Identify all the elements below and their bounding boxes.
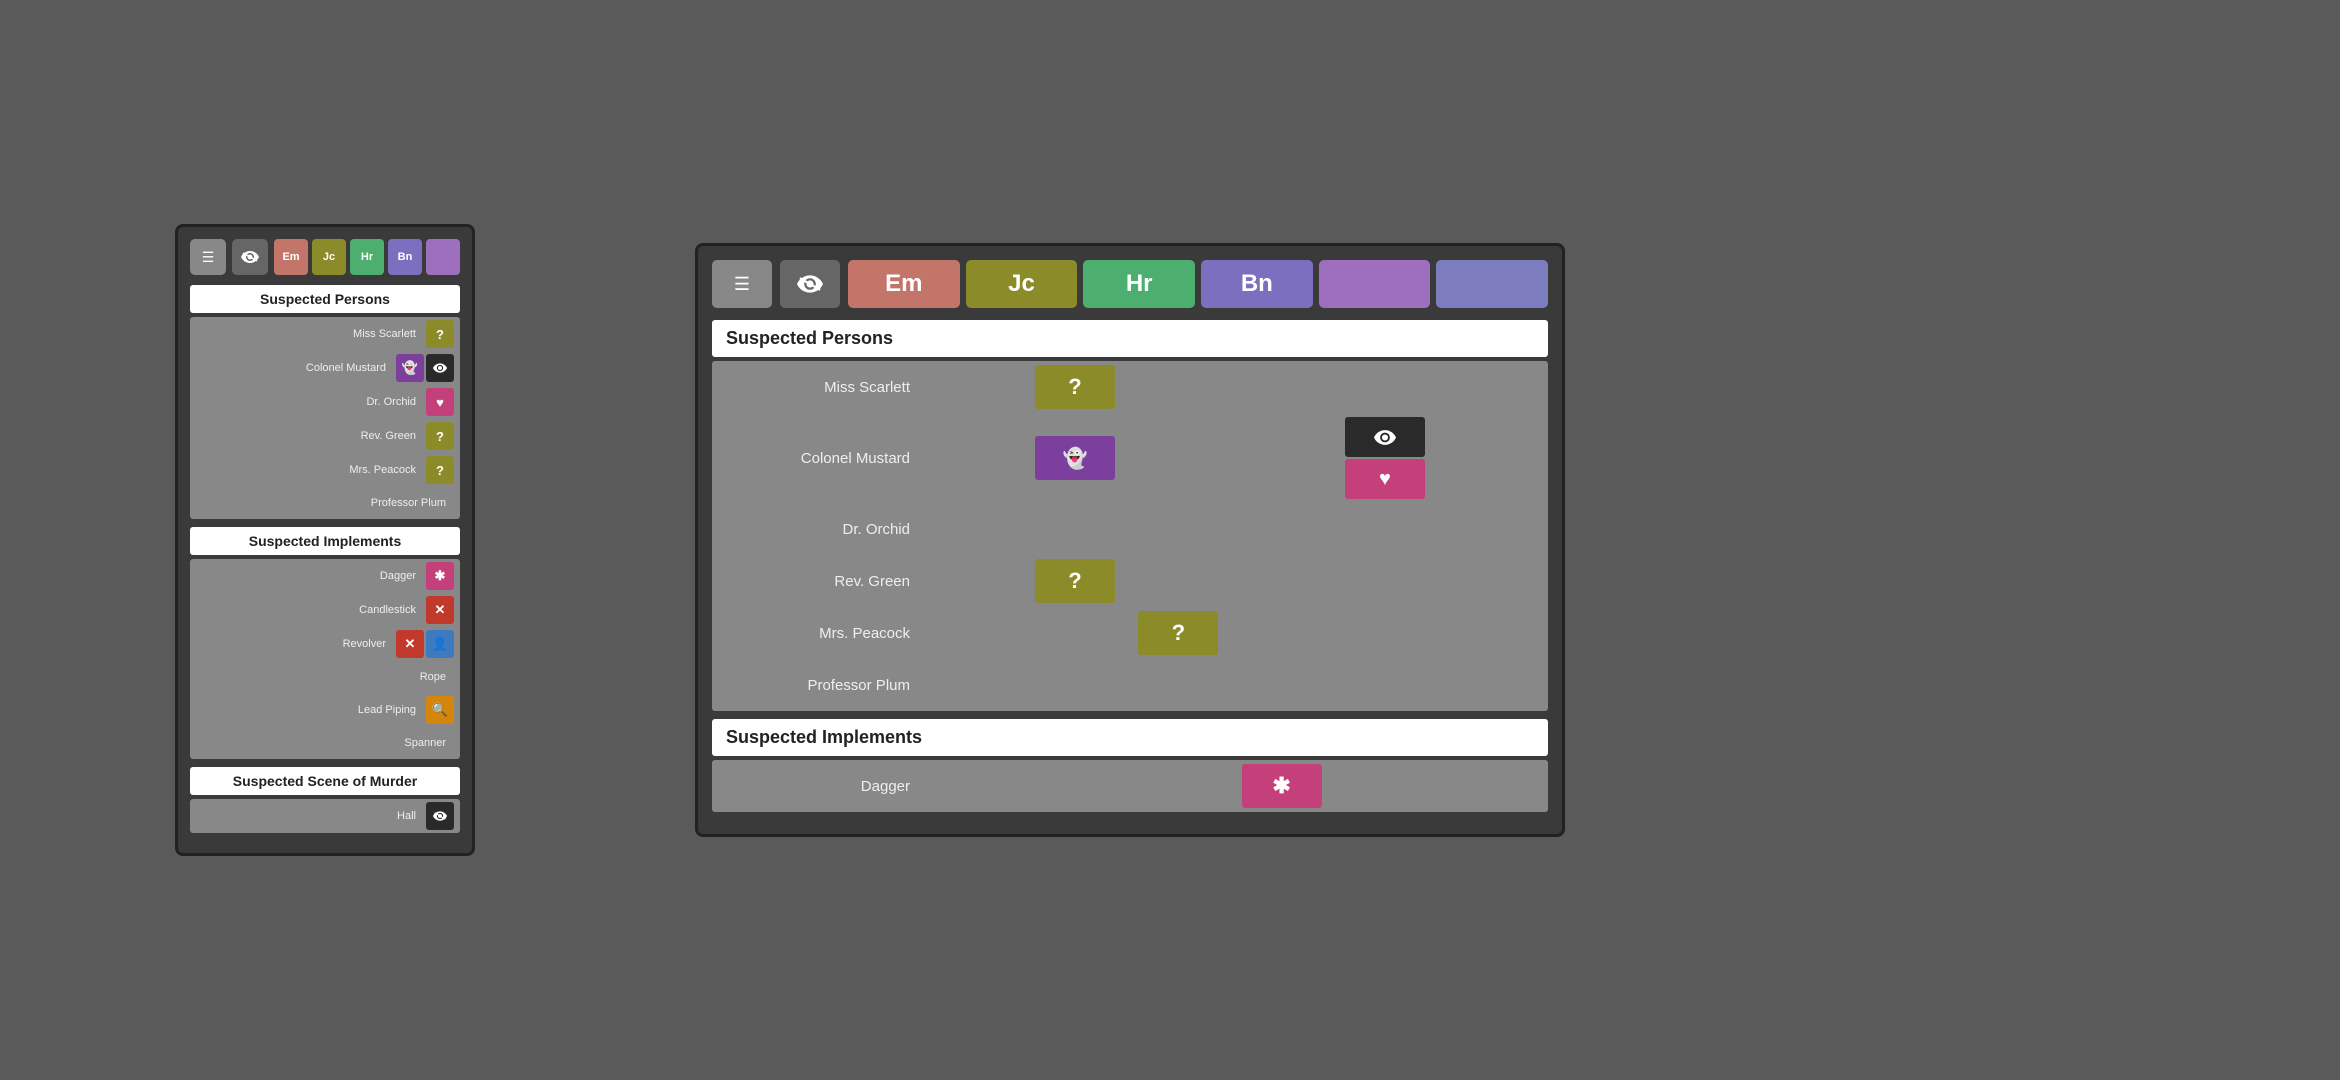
menu-button[interactable]: ☰ — [190, 239, 226, 275]
player-chips-lg: Em Jc Hr Bn — [848, 260, 1548, 308]
chip-em-lg[interactable]: Em — [848, 260, 960, 308]
cell-sm-eye2[interactable] — [426, 802, 454, 830]
chip-hr-lg[interactable]: Hr — [1083, 260, 1195, 308]
cell-sm-x[interactable]: ✕ — [426, 596, 454, 624]
row-miss-scarlett-lg: Miss Scarlett ? — [712, 361, 1548, 413]
large-toolbar: ☰ Em Jc Hr Bn — [712, 260, 1548, 308]
row-dagger-lg: Dagger ✱ — [712, 760, 1548, 812]
row-dagger-small: Dagger ✱ — [190, 559, 460, 593]
cell-sm-x2[interactable]: ✕ — [396, 630, 424, 658]
scene-header-small: Suspected Scene of Murder — [190, 767, 460, 795]
cell-green-jc[interactable]: ? — [1035, 559, 1115, 603]
small-toolbar: ☰ Em Jc Hr Bn — [190, 239, 460, 275]
row-dr-orchid-small: Dr. Orchid ♥ — [190, 385, 460, 419]
chip-jc-small[interactable]: Jc — [312, 239, 346, 275]
row-lead-piping-small: Lead Piping 🔍 — [190, 693, 460, 727]
menu-button-lg[interactable]: ☰ — [712, 260, 772, 308]
row-dr-orchid-lg: Dr. Orchid — [712, 503, 1548, 555]
scene-rows-small: Hall — [190, 799, 460, 833]
small-panel: ☰ Em Jc Hr Bn Suspected Persons Miss Sca… — [175, 224, 475, 856]
chip-6-lg[interactable] — [1436, 260, 1548, 308]
row-miss-scarlett-small: Miss Scarlett ? — [190, 317, 460, 351]
row-revolver-small: Revolver ✕ 👤 — [190, 627, 460, 661]
cell-sm-heart[interactable]: ♥ — [426, 388, 454, 416]
cell-peacock-hr[interactable]: ? — [1138, 611, 1218, 655]
row-candlestick-small: Candlestick ✕ — [190, 593, 460, 627]
chip-jc-lg[interactable]: Jc — [966, 260, 1078, 308]
chip-bn-small[interactable]: Bn — [388, 239, 422, 275]
persons-header-lg: Suspected Persons — [712, 320, 1548, 357]
cell-sm-search[interactable]: 🔍 — [426, 696, 454, 724]
implements-rows-lg: Dagger ✱ — [712, 760, 1548, 812]
eye-button-lg[interactable] — [780, 260, 840, 308]
cell-sm[interactable]: ? — [426, 456, 454, 484]
eye-button[interactable] — [232, 239, 268, 275]
chip-bn-lg[interactable]: Bn — [1201, 260, 1313, 308]
row-rev-green-small: Rev. Green ? — [190, 419, 460, 453]
row-mrs-peacock-small: Mrs. Peacock ? — [190, 453, 460, 487]
cell-sm-person[interactable]: 👤 — [426, 630, 454, 658]
persons-header-small: Suspected Persons — [190, 285, 460, 313]
cell-sm[interactable]: 👻 — [396, 354, 424, 382]
implements-header-small: Suspected Implements — [190, 527, 460, 555]
cell-mustard-heart[interactable]: ♥ — [1345, 459, 1425, 499]
row-professor-plum-lg: Professor Plum — [712, 659, 1548, 711]
cell-sm[interactable]: ? — [426, 422, 454, 450]
implements-rows-small: Dagger ✱ Candlestick ✕ Revolver ✕ 👤 Rope… — [190, 559, 460, 759]
persons-rows-small: Miss Scarlett ? Colonel Mustard 👻 Dr. Or… — [190, 317, 460, 519]
chip-em-small[interactable]: Em — [274, 239, 308, 275]
row-colonel-mustard-lg: Colonel Mustard 👻 ♥ — [712, 413, 1548, 503]
chip-5-lg[interactable] — [1319, 260, 1431, 308]
cell-dagger-bn[interactable]: ✱ — [1242, 764, 1322, 808]
row-rev-green-lg: Rev. Green ? — [712, 555, 1548, 607]
cell-sm[interactable]: ? — [426, 320, 454, 348]
row-mrs-peacock-lg: Mrs. Peacock ? — [712, 607, 1548, 659]
row-spanner-small: Spanner — [190, 727, 460, 759]
chip-hr-small[interactable]: Hr — [350, 239, 384, 275]
row-rope-small: Rope — [190, 661, 460, 693]
persons-rows-lg: Miss Scarlett ? Colonel Mustard 👻 — [712, 361, 1548, 711]
cell-sm-star[interactable]: ✱ — [426, 562, 454, 590]
large-panel: ☰ Em Jc Hr Bn Suspected Persons Miss Sca… — [695, 243, 1565, 837]
player-chips-small: Em Jc Hr Bn — [274, 239, 460, 275]
row-professor-plum-small: Professor Plum — [190, 487, 460, 519]
row-hall-small: Hall — [190, 799, 460, 833]
cell-sm-eye[interactable] — [426, 354, 454, 382]
cell-scarlett-jc[interactable]: ? — [1035, 365, 1115, 409]
implements-header-lg: Suspected Implements — [712, 719, 1548, 756]
row-colonel-mustard-small: Colonel Mustard 👻 — [190, 351, 460, 385]
cell-mustard-jc[interactable]: 👻 — [1035, 436, 1115, 480]
chip-5-small[interactable] — [426, 239, 460, 275]
cell-mustard-eye[interactable] — [1345, 417, 1425, 457]
